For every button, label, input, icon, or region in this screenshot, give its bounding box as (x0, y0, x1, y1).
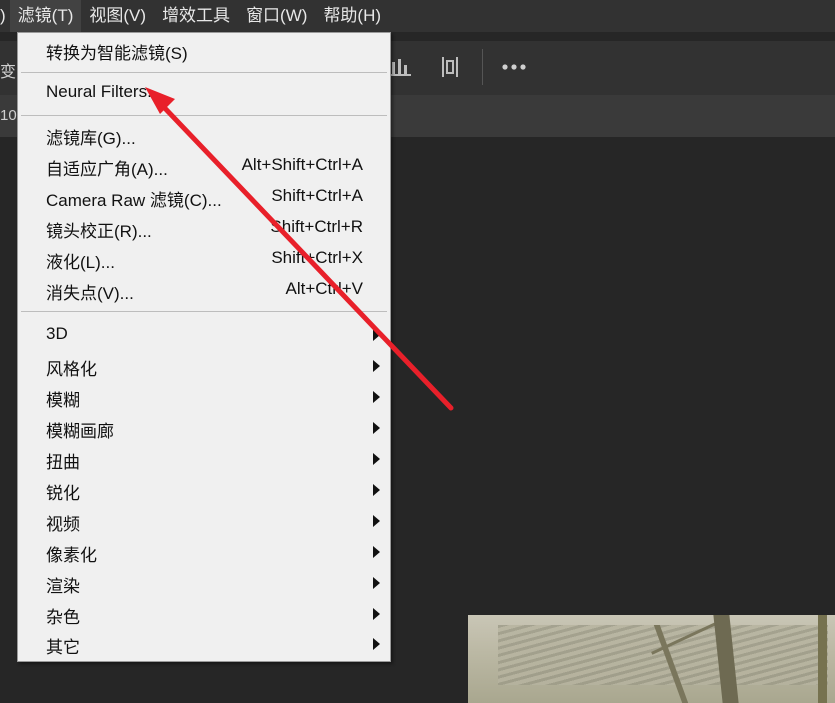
distribute-bars-icon[interactable] (391, 56, 411, 76)
menu-item-submenu-blur-gallery[interactable]: 模糊画廊 (18, 414, 390, 442)
menu-item-view[interactable]: 视图(V) (81, 0, 154, 32)
menu-item-label: 液化(L)... (46, 253, 115, 272)
menu-item-filter-gallery[interactable]: 滤镜库(G)... (18, 121, 390, 149)
menu-item-label: 3D (46, 324, 68, 343)
menu-item-help[interactable]: 帮助(H) (315, 0, 389, 32)
menu-item-submenu-stylize[interactable]: 风格化 (18, 352, 390, 380)
menu-item-submenu-other[interactable]: 其它 (18, 630, 390, 658)
menu-item-label: Camera Raw 滤镜(C)... (46, 191, 222, 210)
menu-item-adaptive-wide-angle[interactable]: 自适应广角(A)... Alt+Shift+Ctrl+A (18, 152, 390, 180)
submenu-arrow-icon (373, 329, 380, 341)
menu-item-liquify[interactable]: 液化(L)... Shift+Ctrl+X (18, 245, 390, 273)
menu-item-label: 其它 (46, 638, 80, 657)
options-bar-label: 变 (0, 64, 17, 81)
menu-item-shortcut: Shift+Ctrl+X (271, 248, 363, 267)
menu-item-submenu-3d[interactable]: 3D (18, 321, 390, 349)
menu-item-shortcut: Shift+Ctrl+A (271, 186, 363, 205)
submenu-arrow-icon (373, 422, 380, 434)
submenu-arrow-icon (373, 638, 380, 650)
submenu-arrow-icon (373, 608, 380, 620)
menu-item-label: Neural Filters... (46, 82, 162, 101)
submenu-arrow-icon (373, 391, 380, 403)
menu-item-label: 模糊 (46, 391, 80, 410)
menu-item-neural-filters[interactable]: Neural Filters... (18, 79, 390, 107)
menu-item-submenu-distort[interactable]: 扭曲 (18, 445, 390, 473)
menu-item-label: 自适应广角(A)... (46, 160, 168, 179)
filter-menu-dropdown: 转换为智能滤镜(S) Neural Filters... 滤镜库(G)... 自… (17, 32, 391, 662)
menu-item-camera-raw[interactable]: Camera Raw 滤镜(C)... Shift+Ctrl+A (18, 183, 390, 211)
menu-item-label: 视频 (46, 515, 80, 534)
submenu-arrow-icon (373, 546, 380, 558)
menu-item-label: 模糊画廊 (46, 422, 114, 441)
menu-item-window[interactable]: 窗口(W) (238, 0, 315, 32)
menu-item-label: 扭曲 (46, 453, 80, 472)
menu-item-label: 镜头校正(R)... (46, 222, 152, 241)
menu-item-image[interactable]: ) (0, 0, 10, 32)
align-icon[interactable] (441, 55, 459, 79)
menu-item-label: 锐化 (46, 484, 80, 503)
menu-item-label: 消失点(V)... (46, 284, 134, 303)
submenu-arrow-icon (373, 577, 380, 589)
menu-separator (21, 311, 387, 312)
menu-item-submenu-render[interactable]: 渲染 (18, 569, 390, 597)
menu-item-label: 风格化 (46, 360, 97, 379)
menu-item-submenu-noise[interactable]: 杂色 (18, 600, 390, 628)
menu-separator (21, 72, 387, 73)
menu-item-shortcut: Alt+Ctrl+V (285, 279, 363, 298)
menu-item-lens-correction[interactable]: 镜头校正(R)... Shift+Ctrl+R (18, 214, 390, 242)
menu-item-label: 滤镜库(G)... (46, 129, 136, 148)
menu-item-convert-smart-filter[interactable]: 转换为智能滤镜(S) (18, 36, 390, 64)
menu-item-shortcut: Shift+Ctrl+R (270, 217, 363, 236)
menu-item-label: 渲染 (46, 577, 80, 596)
menu-item-plugins[interactable]: 增效工具 (154, 0, 238, 32)
menu-item-vanishing-point[interactable]: 消失点(V)... Alt+Ctrl+V (18, 276, 390, 304)
menu-item-submenu-sharpen[interactable]: 锐化 (18, 476, 390, 504)
document-tab-label[interactable]: 10 (0, 107, 17, 124)
more-options-icon[interactable] (501, 62, 527, 72)
menu-item-submenu-pixelate[interactable]: 像素化 (18, 538, 390, 566)
menu-item-submenu-video[interactable]: 视频 (18, 507, 390, 535)
submenu-arrow-icon (373, 360, 380, 372)
menu-separator (21, 115, 387, 116)
toolbar-divider (482, 49, 483, 85)
menu-bar: ) 滤镜(T) 视图(V) 增效工具 窗口(W) 帮助(H) (0, 0, 835, 32)
menu-item-label: 像素化 (46, 546, 97, 565)
submenu-arrow-icon (373, 484, 380, 496)
submenu-arrow-icon (373, 453, 380, 465)
menu-item-label: 转换为智能滤镜(S) (46, 44, 188, 63)
canvas-image (468, 615, 835, 703)
menu-item-label: 杂色 (46, 608, 80, 627)
menu-item-submenu-blur[interactable]: 模糊 (18, 383, 390, 411)
menu-item-filter[interactable]: 滤镜(T) (9, 0, 82, 32)
menu-item-shortcut: Alt+Shift+Ctrl+A (241, 155, 363, 174)
submenu-arrow-icon (373, 515, 380, 527)
